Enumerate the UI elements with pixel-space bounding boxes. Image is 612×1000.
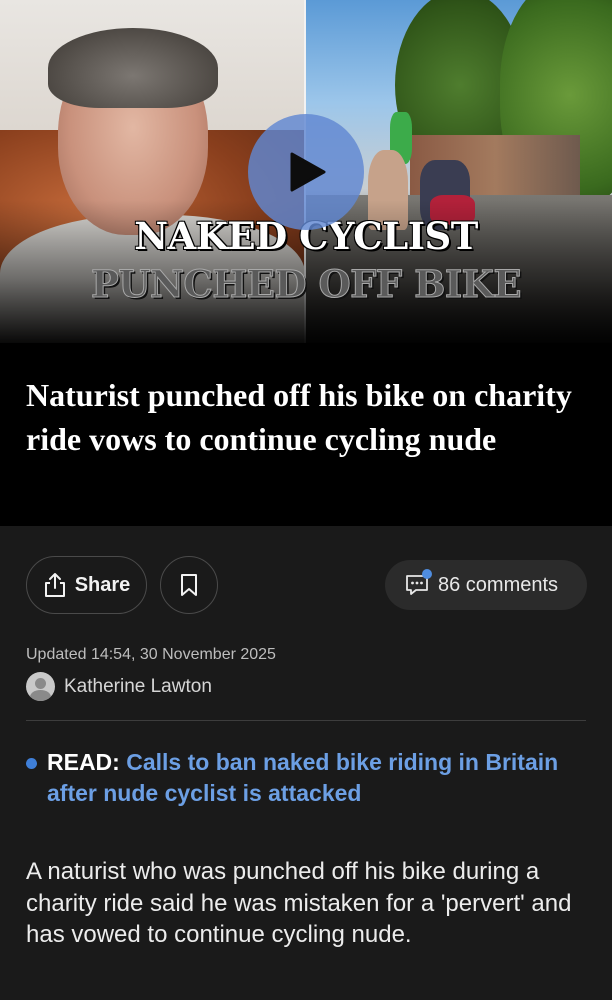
divider — [26, 720, 586, 721]
article-body-paragraph: A naturist who was punched off his bike … — [26, 858, 572, 948]
comment-icon — [405, 569, 432, 597]
author-byline[interactable]: Katherine Lawton — [26, 672, 212, 701]
headline-container: Naturist punched off his bike on charity… — [0, 343, 612, 526]
share-button[interactable]: Share — [26, 556, 147, 614]
share-icon — [44, 573, 65, 597]
bookmark-button[interactable] — [160, 556, 218, 614]
play-icon — [290, 152, 326, 192]
video-player[interactable]: NAKED CYCLIST PUNCHED OFF BIKE — [0, 0, 612, 343]
updated-timestamp: Updated 14:54, 30 November 2025 — [26, 646, 276, 663]
user-avatar-icon — [26, 672, 55, 701]
video-overlay-subtitle: PUNCHED OFF BIKE — [90, 262, 522, 307]
bullet-dot — [26, 758, 37, 769]
author-name[interactable]: Katherine Lawton — [64, 676, 212, 698]
share-label: Share — [74, 573, 131, 596]
related-article[interactable]: READ: Calls to ban naked bike riding in … — [47, 747, 567, 809]
play-button[interactable] — [248, 114, 364, 230]
article-headline: Naturist punched off his bike on charity… — [26, 377, 572, 457]
comments-button[interactable]: 86 comments — [385, 560, 587, 610]
man-hair — [48, 28, 218, 108]
read-label: READ: — [47, 749, 120, 775]
related-article-link[interactable]: Calls to ban naked bike riding in Britai… — [47, 749, 558, 806]
comments-count: 86 comments — [438, 573, 559, 596]
bookmark-icon — [181, 574, 197, 596]
new-comments-dot — [422, 569, 432, 579]
